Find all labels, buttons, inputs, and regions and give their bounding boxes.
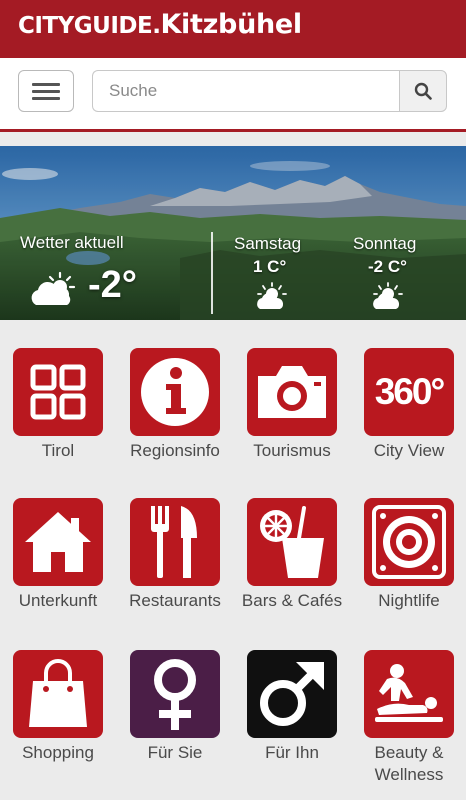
shopping-bag-icon	[29, 659, 87, 727]
forecast-day1-label: Samstag	[234, 234, 302, 253]
tile-icon-box: 360°	[364, 348, 454, 436]
weather-panel[interactable]: Wetter aktuell -2° Samstag 1 C° Sonntag …	[0, 146, 466, 320]
tile-city-view[interactable]: 360° City View	[351, 320, 466, 460]
tile-icon-box	[247, 650, 337, 738]
tile-icon-box	[247, 348, 337, 436]
brand-logo[interactable]: CITYGUIDE.Kitzbühel	[18, 8, 302, 45]
tile-icon-box	[247, 498, 337, 586]
tile-icon-box	[130, 348, 220, 436]
tile-icon-box	[13, 348, 103, 436]
menu-line-icon	[32, 90, 60, 93]
massage-icon	[375, 664, 443, 722]
tile-icon-box	[130, 498, 220, 586]
tile-fuer-sie[interactable]: Für Sie	[117, 622, 233, 762]
tile-label: Unterkunft	[18, 591, 98, 610]
female-symbol-icon	[154, 659, 196, 730]
current-weather-label: Wetter aktuell	[20, 233, 124, 252]
tile-restaurants[interactable]: Restaurants	[117, 470, 233, 610]
tile-label: Tourismus	[253, 441, 331, 460]
tile-bars-cafes[interactable]: Bars & Cafés	[234, 470, 350, 610]
weather-divider	[211, 232, 213, 314]
tile-beauty-wellness[interactable]: Beauty & Wellness	[351, 622, 466, 784]
hamburger-menu-button[interactable]	[18, 70, 74, 112]
forecast-day2-temp: -2 C°	[368, 257, 407, 276]
fork-knife-icon	[151, 506, 197, 578]
tile-icon-box	[130, 650, 220, 738]
info-icon	[141, 358, 209, 426]
tile-label: Bars & Cafés	[241, 591, 343, 610]
360-icon: 360°	[374, 371, 446, 412]
tile-label: Restaurants	[129, 591, 221, 610]
house-icon	[25, 512, 91, 572]
menu-line-icon	[32, 97, 60, 100]
header-bar: CITYGUIDE.Kitzbühel	[0, 0, 466, 58]
tile-shopping[interactable]: Shopping	[0, 622, 116, 762]
tile-label: Für Ihn	[265, 743, 319, 762]
drink-icon	[260, 506, 324, 578]
tile-label: Beauty & Wellness	[374, 743, 444, 784]
partly-cloudy-icon	[31, 271, 76, 305]
tile-icon-box	[364, 650, 454, 738]
tile-nightlife[interactable]: Nightlife	[351, 470, 466, 610]
grid-icon	[30, 364, 86, 420]
camera-icon	[258, 366, 326, 418]
tile-label: Für Sie	[147, 743, 203, 762]
forecast-day1-temp: 1 C°	[253, 257, 287, 276]
male-symbol-icon	[260, 662, 324, 726]
search-input[interactable]	[92, 70, 399, 112]
search-button[interactable]	[399, 70, 447, 112]
tile-icon-box	[13, 650, 103, 738]
menu-line-icon	[32, 83, 60, 86]
category-grid: Tirol Regionsinfo Tourismus 360° City Vi	[0, 320, 466, 800]
tile-fuer-ihn[interactable]: Für Ihn	[234, 622, 350, 762]
brand-city-name: Kitzbühel	[160, 9, 302, 40]
speaker-icon	[372, 505, 446, 579]
tile-label: Tirol	[41, 441, 75, 460]
tile-tirol[interactable]: Tirol	[0, 320, 116, 460]
partly-sunny-icon	[257, 282, 287, 309]
tile-unterkunft[interactable]: Unterkunft	[0, 470, 116, 610]
forecast-day2-label: Sonntag	[353, 234, 417, 253]
tile-regionsinfo[interactable]: Regionsinfo	[117, 320, 233, 460]
tile-icon-box	[364, 498, 454, 586]
partly-sunny-icon	[373, 282, 403, 309]
search-bar	[0, 58, 466, 132]
search-icon	[414, 82, 432, 100]
brand-cityguide: CITYGUIDE.	[18, 13, 161, 39]
tile-icon-box	[13, 498, 103, 586]
tile-label: Regionsinfo	[130, 441, 220, 460]
tile-label: Nightlife	[378, 591, 440, 610]
tile-tourismus[interactable]: Tourismus	[234, 320, 350, 460]
tile-label: City View	[373, 441, 445, 460]
tile-label: Shopping	[22, 743, 94, 762]
current-temperature: -2°	[88, 264, 137, 306]
